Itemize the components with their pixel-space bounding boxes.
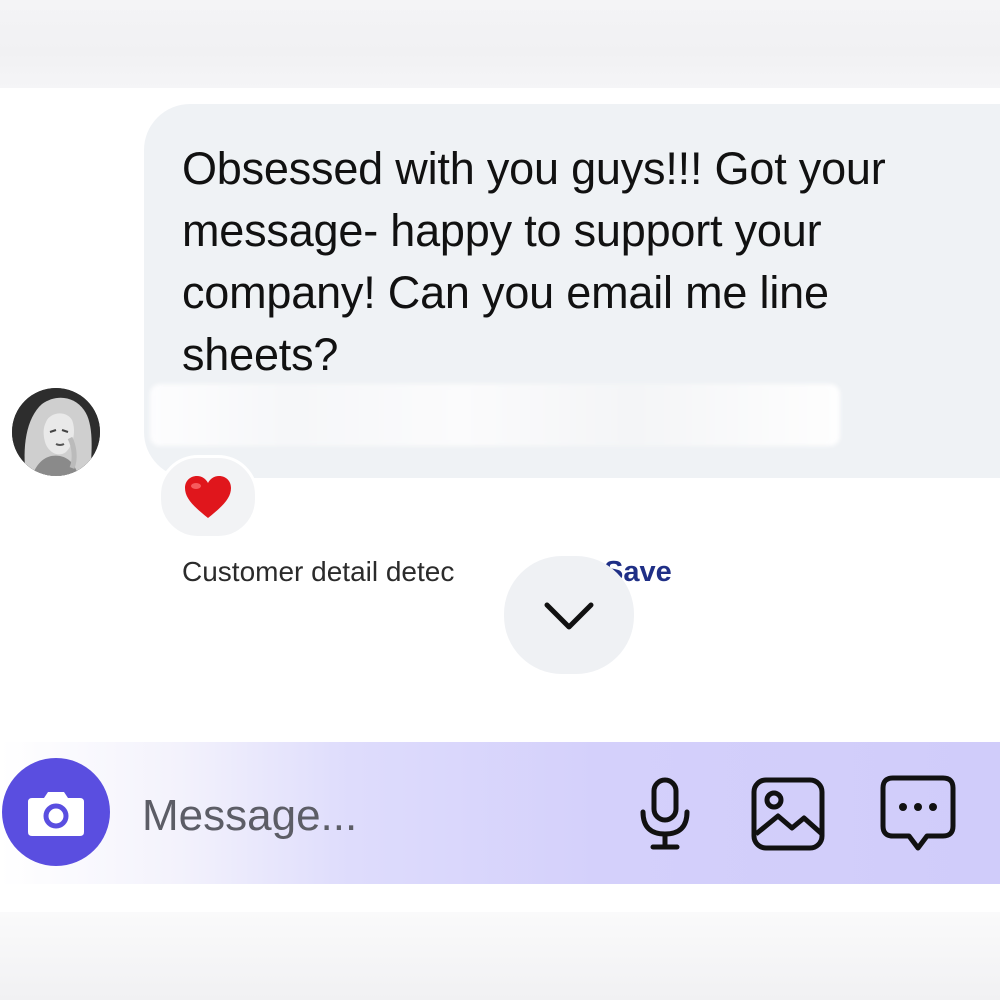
chevron-down-icon [544, 602, 594, 630]
image-icon [751, 777, 825, 851]
avatar[interactable] [12, 388, 100, 476]
scroll-down-button[interactable] [504, 556, 634, 674]
heart-icon [185, 476, 231, 518]
conversation-view: Obsessed with you guys!!! Got your messa… [0, 0, 1000, 1000]
message-text: Obsessed with you guys!!! Got your messa… [182, 143, 886, 380]
gallery-button[interactable] [748, 774, 828, 854]
message-input[interactable] [142, 786, 602, 846]
more-options-button[interactable] [878, 774, 958, 854]
camera-icon [28, 792, 84, 836]
avatar-image [12, 388, 100, 476]
redacted-text [150, 384, 840, 446]
microphone-icon [640, 777, 690, 850]
microphone-button[interactable] [625, 774, 705, 854]
camera-button[interactable] [2, 758, 110, 866]
bottom-fade [0, 912, 1000, 1000]
heart-reaction[interactable] [158, 455, 258, 539]
customer-detail-text: Customer detail detec [182, 556, 455, 587]
top-fade [0, 0, 1000, 88]
chat-bubble-more-icon [880, 775, 956, 851]
